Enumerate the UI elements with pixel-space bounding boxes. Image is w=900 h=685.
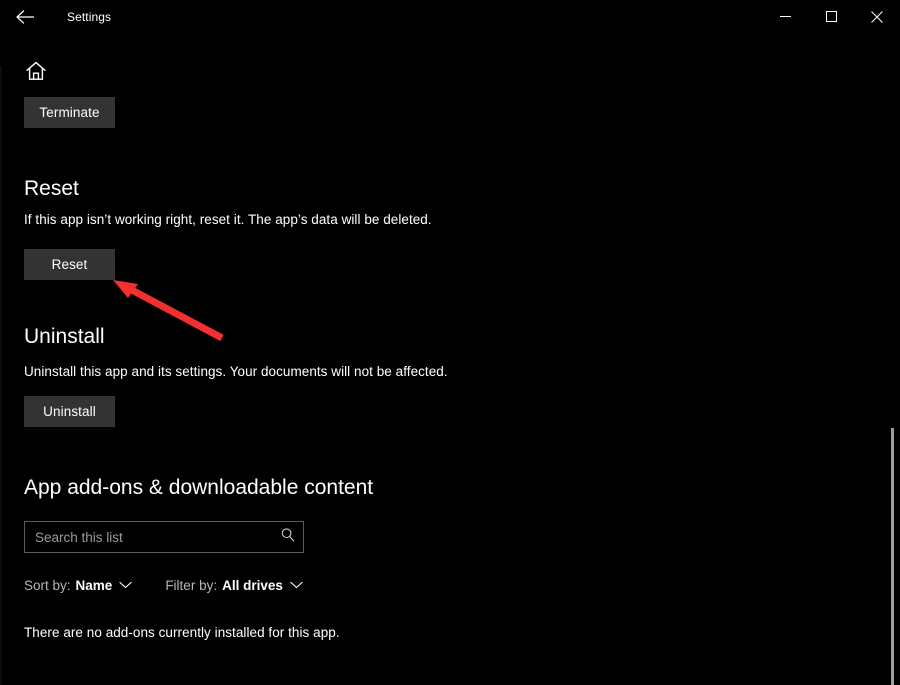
home-icon <box>24 61 48 87</box>
addons-section-heading: App add-ons & downloadable content <box>24 476 374 499</box>
maximize-button[interactable] <box>808 0 854 33</box>
search-icon <box>280 527 296 548</box>
scrollbar-thumb[interactable] <box>891 428 894 685</box>
sort-by-value: Name <box>75 577 113 593</box>
chevron-down-icon <box>119 576 133 594</box>
filter-by-value: All drives <box>222 577 283 593</box>
minimize-button[interactable] <box>762 0 808 33</box>
window-title: Settings <box>67 9 112 24</box>
window-caption-buttons <box>762 0 900 33</box>
uninstall-section-heading: Uninstall <box>24 325 105 348</box>
vertical-scrollbar[interactable] <box>885 66 900 685</box>
maximize-icon <box>825 11 837 22</box>
filter-by-dropdown[interactable]: Filter by: All drives <box>165 574 303 596</box>
close-button[interactable] <box>854 0 900 33</box>
uninstall-section-description: Uninstall this app and its settings. You… <box>24 364 448 379</box>
reset-section-description: If this app isn’t working right, reset i… <box>24 212 432 227</box>
addons-empty-message: There are no add-ons currently installed… <box>24 625 340 640</box>
sort-by-label: Sort by: <box>24 577 71 593</box>
reset-section-heading: Reset <box>24 177 79 200</box>
minimize-icon <box>779 11 791 22</box>
chevron-down-icon <box>290 576 303 594</box>
terminate-button[interactable]: Terminate <box>24 97 115 128</box>
sort-by-dropdown[interactable]: Sort by: Name <box>24 574 133 596</box>
search-button[interactable] <box>273 522 303 552</box>
close-icon <box>871 10 883 23</box>
filter-by-label: Filter by: <box>165 577 218 593</box>
left-edge-sliver <box>0 66 2 685</box>
uninstall-button[interactable]: Uninstall <box>24 396 115 427</box>
home-button[interactable] <box>24 59 48 83</box>
sort-filter-row: Sort by: Name Filter by: All drives <box>24 574 303 596</box>
reset-button[interactable]: Reset <box>24 249 115 280</box>
back-arrow-icon <box>16 9 36 24</box>
title-bar: Settings <box>0 0 900 33</box>
settings-content-pane: Terminate Reset If this app isn’t workin… <box>0 33 900 685</box>
addons-search-box[interactable] <box>24 521 304 553</box>
back-button[interactable] <box>6 0 46 33</box>
search-input[interactable] <box>25 521 273 553</box>
